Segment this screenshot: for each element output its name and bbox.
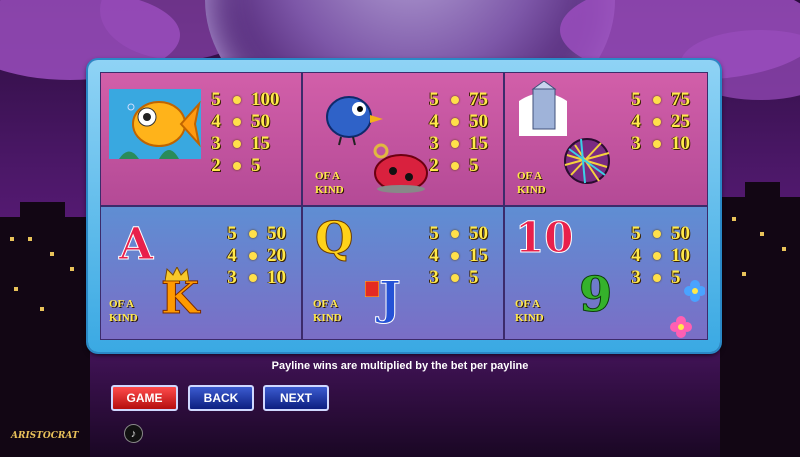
- pay-row: 4 15: [429, 245, 488, 266]
- crown-icon: [165, 267, 189, 281]
- pay-row: 3 15: [211, 133, 270, 154]
- back-button[interactable]: BACK: [188, 385, 254, 411]
- paytable-cell-milk-yarn: OF A KIND 5 75 4 25 3 10: [504, 72, 708, 206]
- pay-values: 5 50 4 15 35: [427, 223, 505, 289]
- paytable-cell-Q-J: Q J OF A KIND 5 50 4 15 35: [302, 206, 504, 340]
- pay-row: 3 10: [227, 267, 286, 288]
- pay-values: 5 75 4 50 3 15 25: [427, 89, 505, 177]
- payline-note: Payline wins are multiplied by the bet p…: [271, 360, 529, 372]
- pay-values: 5 75 4 25 3 10: [629, 89, 707, 155]
- of-a-kind-label: OF A KIND: [315, 170, 344, 196]
- pay-row: 5 100: [211, 89, 280, 110]
- pay-row: 4 25: [631, 111, 690, 132]
- pay-row: 3 15: [429, 133, 488, 154]
- of-a-kind-label: OF A KIND: [109, 298, 138, 324]
- pay-values: 5 50 4 20 3 10: [225, 223, 303, 289]
- pay-values: 5 100 4 50 3 15 25: [209, 89, 287, 177]
- goldfish-icon: [109, 89, 201, 159]
- letter-A-symbol: A: [118, 219, 154, 271]
- pay-row: 4 50: [211, 111, 270, 132]
- of-a-kind-label: OF A KIND: [517, 170, 546, 196]
- pay-row: 5 50: [227, 223, 286, 244]
- paytable-cell-10-9: 10 9 OF A KIND 5 50 4 10 35: [504, 206, 708, 340]
- bluebird-icon: [326, 96, 383, 146]
- letter-Q-symbol: Q: [314, 213, 354, 265]
- pay-row: 5 50: [631, 223, 690, 244]
- pay-row: 5 75: [631, 89, 690, 110]
- of-a-kind-label: OF A KIND: [313, 298, 342, 324]
- music-toggle-icon[interactable]: ♪: [124, 424, 143, 443]
- pay-row: 35: [429, 267, 479, 288]
- pay-row: 4 50: [429, 111, 488, 132]
- of-a-kind-label: OF A KIND: [515, 298, 544, 324]
- letter-J-symbol: J: [379, 271, 402, 326]
- paytable-cell-A-K: A K OF A KIND 5 50 4 20 3 10: [100, 206, 302, 340]
- pay-row: 5 50: [429, 223, 488, 244]
- pay-row: 4 20: [227, 245, 286, 266]
- flowers-icon: [670, 280, 705, 338]
- game-button[interactable]: GAME: [111, 385, 178, 411]
- number-10-symbol: 10: [514, 213, 574, 263]
- paytable-panel: 5 100 4 50 3 15 25 OF A KIND 5 75 4 50 3…: [88, 60, 720, 352]
- paytable-grid: 5 100 4 50 3 15 25 OF A KIND 5 75 4 50 3…: [100, 72, 708, 340]
- pay-row: 5 75: [429, 89, 488, 110]
- pay-row: 4 10: [631, 245, 690, 266]
- milk-carton-icon: [519, 81, 567, 136]
- number-9-symbol: 9: [578, 267, 613, 324]
- gem-icon: [365, 281, 379, 297]
- pay-row: 25: [211, 155, 261, 176]
- next-button[interactable]: NEXT: [263, 385, 329, 411]
- aristocrat-logo: ARISTOCRAT: [11, 431, 79, 441]
- paytable-cell-bird-ladybug: OF A KIND 5 75 4 50 3 15 25: [302, 72, 504, 206]
- paytable-cell-goldfish: 5 100 4 50 3 15 25: [100, 72, 302, 206]
- yarn-ball-icon: [564, 138, 610, 184]
- pay-row: 3 10: [631, 133, 690, 154]
- ladybug-icon: [373, 143, 428, 193]
- pay-row: 25: [429, 155, 479, 176]
